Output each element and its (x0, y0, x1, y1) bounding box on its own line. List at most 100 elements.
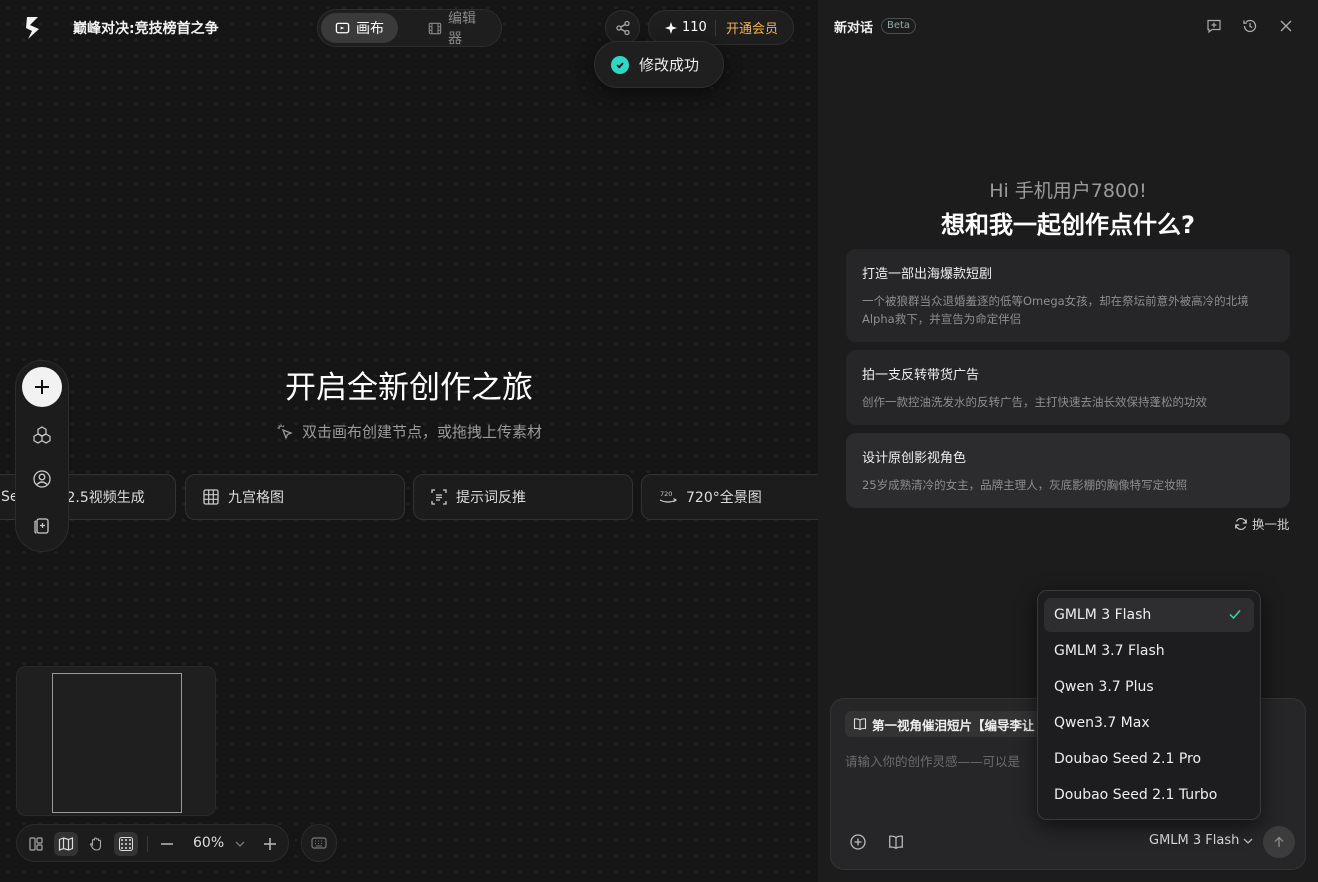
panel-title: 新对话 (834, 21, 874, 36)
history-button[interactable] (1240, 16, 1260, 36)
model-option[interactable]: Qwen 3.7 Plus (1044, 670, 1254, 704)
cursor-click-icon (277, 424, 293, 440)
project-title[interactable]: 巅峰对决:竞技榜首之争 (73, 18, 219, 38)
chip-panorama[interactable]: 720 720°全景图 (641, 474, 818, 520)
minimap[interactable] (16, 666, 216, 816)
cards-icon (34, 518, 49, 534)
greeting-question: 想和我一起创作点什么? (941, 211, 1195, 239)
chip-prompt-reverse-label: 提示词反推 (456, 490, 526, 506)
cubes-icon (33, 426, 51, 444)
minus-icon (161, 843, 173, 845)
snap-grid-toggle[interactable] (114, 832, 138, 856)
bar-divider (147, 836, 148, 852)
text-scan-icon (431, 489, 447, 505)
add-node-button[interactable] (22, 367, 62, 407)
beta-badge: Beta (881, 18, 917, 34)
model-option[interactable]: GMLM 3.7 Flash (1044, 634, 1254, 668)
check-icon (1229, 610, 1241, 620)
model-option[interactable]: Qwen3.7 Max (1044, 706, 1254, 740)
share-button[interactable] (605, 10, 640, 45)
grid-icon (203, 489, 219, 505)
plus-icon (264, 838, 276, 850)
library-button[interactable] (885, 831, 907, 853)
app-logo[interactable] (22, 14, 46, 42)
history-icon (1243, 19, 1257, 33)
tab-editor[interactable]: 编辑器 (414, 11, 501, 47)
chip-prompt-reverse[interactable]: 提示词反推 (413, 474, 633, 520)
zoom-level[interactable]: 60% (193, 835, 224, 851)
suggestion-card[interactable]: 拍一支反转带货广告 创作一款控油洗发水的反转广告，主打快速去油长效保持蓬松的功效 (846, 350, 1290, 425)
model-option[interactable]: GMLM 3 Flash (1044, 598, 1254, 632)
credits-bar: 110 开通会员 (648, 10, 794, 45)
canvas-hero-title: 开启全新创作之旅 (285, 370, 533, 406)
model-dropdown: GMLM 3 Flash GMLM 3.7 Flash Qwen 3.7 Plu… (1037, 590, 1261, 820)
layout-button[interactable] (24, 832, 48, 856)
minimap-viewport[interactable] (52, 673, 182, 813)
panorama-720-icon: 720 (659, 490, 678, 503)
chevron-down-icon (1243, 838, 1253, 844)
svg-text:720: 720 (660, 490, 672, 498)
canvas-hero-hint: 双击画布创建节点，或拖拽上传素材 (0, 421, 818, 442)
canvas-icon (335, 22, 350, 33)
model-option-label: GMLM 3.7 Flash (1054, 643, 1165, 659)
suggestion-title: 设计原创影视角色 (862, 451, 967, 466)
share-icon (615, 20, 630, 35)
grid-dots-icon (119, 837, 133, 851)
reference-chip[interactable]: 第一视角催泪短片【编导李让 (845, 711, 1045, 737)
attach-button[interactable] (847, 831, 869, 853)
tab-canvas-label: 画布 (356, 21, 384, 37)
chevron-down-icon[interactable] (235, 840, 245, 848)
model-option[interactable]: Doubao Seed 2.1 Turbo (1044, 778, 1254, 812)
pan-tool[interactable] (84, 832, 108, 856)
workflow-button[interactable] (31, 424, 53, 446)
reference-chip-label: 第一视角催泪短片【编导李让 (872, 717, 1035, 733)
chip-grid-image[interactable]: 九宫格图 (185, 474, 405, 520)
suggestion-card[interactable]: 打造一部出海爆款短剧 一个被狼群当众退婚羞逐的低等Omega女孩，却在祭坛前意外… (846, 249, 1290, 342)
chip-grid-image-label: 九宫格图 (228, 490, 284, 506)
suggestion-title: 拍一支反转带货广告 (862, 368, 980, 383)
refresh-suggestions-button[interactable]: 换一批 (1234, 514, 1290, 533)
zoom-out-button[interactable] (155, 832, 179, 856)
zoom-in-button[interactable] (258, 832, 282, 856)
tab-canvas[interactable]: 画布 (321, 13, 398, 43)
check-circle-icon (611, 55, 629, 74)
model-option-label: Doubao Seed 2.1 Pro (1054, 751, 1202, 767)
new-chat-button[interactable] (1204, 16, 1224, 36)
book-icon (853, 718, 867, 731)
model-option[interactable]: Doubao Seed 2.1 Pro (1044, 742, 1254, 776)
credits-count[interactable]: 110 (649, 20, 715, 35)
tab-editor-label: 编辑器 (447, 11, 476, 47)
keyboard-icon (311, 837, 327, 849)
canvas-hint-text: 双击画布创建节点，或拖拽上传素材 (301, 423, 542, 441)
view-switch: 画布 编辑器 (317, 9, 502, 47)
film-icon (428, 22, 442, 34)
user-circle-icon (33, 470, 51, 488)
minimap-toggle[interactable] (54, 832, 78, 856)
model-option-label: Qwen3.7 Max (1054, 715, 1150, 731)
suggestion-card[interactable]: 设计原创影视角色 25岁成熟清冷的女主，品牌主理人，灰底影棚的胸像特写定妆照 (846, 433, 1290, 508)
close-button[interactable] (1276, 16, 1296, 36)
suggestion-title: 打造一部出海爆款短剧 (862, 267, 993, 282)
close-icon (1280, 20, 1292, 32)
canvas[interactable]: 巅峰对决:竞技榜首之争 画布 编辑器 110 开通会员 修改成功 开启全新创作之… (0, 0, 818, 882)
chip-panorama-label: 720°全景图 (686, 490, 762, 506)
refresh-icon (1235, 517, 1247, 530)
toast-text: 修改成功 (639, 56, 700, 74)
left-toolbar (15, 360, 69, 552)
assets-button[interactable] (31, 514, 53, 536)
model-select[interactable]: GMLM 3 Flash (1149, 833, 1253, 848)
view-controls: 60% (16, 824, 289, 862)
credits-value: 110 (682, 20, 707, 35)
send-button[interactable] (1263, 826, 1295, 858)
model-option-label: Qwen 3.7 Plus (1054, 679, 1154, 695)
arrow-up-icon (1274, 836, 1284, 847)
plus-icon (35, 380, 49, 394)
map-icon (58, 837, 74, 851)
plus-circle-icon (850, 834, 866, 850)
sparkle-icon (665, 21, 677, 34)
vip-button[interactable]: 开通会员 (716, 18, 778, 37)
shortcuts-button[interactable] (301, 824, 337, 862)
character-button[interactable] (31, 468, 53, 490)
hand-icon (89, 837, 102, 851)
chip-video-gen-label: 2.5视频生成 (66, 490, 145, 506)
